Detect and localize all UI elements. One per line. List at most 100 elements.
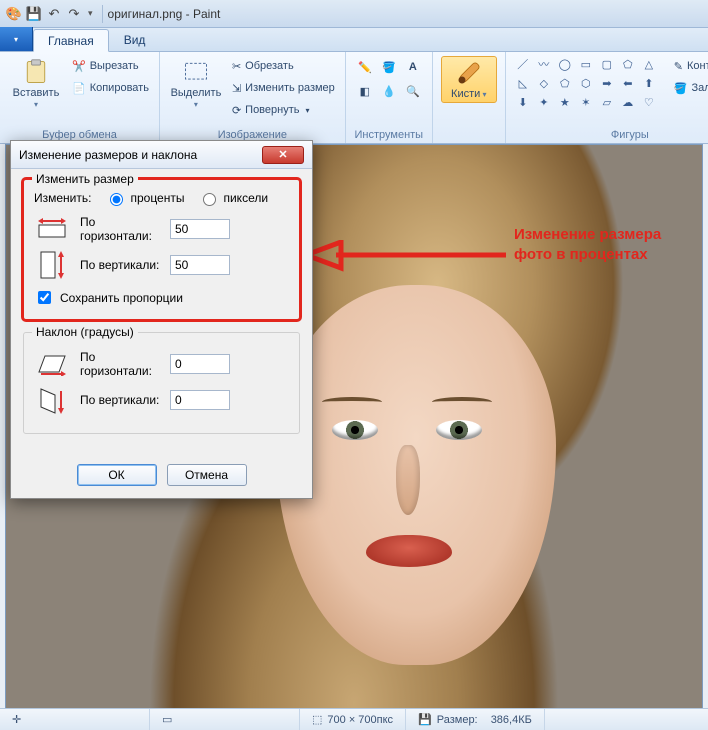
- select-button[interactable]: Выделить: [168, 56, 224, 112]
- status-dimensions: ⬚700 × 700пкс: [300, 709, 406, 730]
- resize-horiz-input[interactable]: [170, 219, 230, 239]
- group-label-shapes: Фигуры: [506, 129, 708, 141]
- radio-percent[interactable]: проценты: [105, 190, 184, 206]
- undo-icon[interactable]: ↶: [46, 6, 62, 22]
- ribbon-group-clipboard: Вставить ✂️Вырезать 📄Копировать Буфер об…: [0, 52, 160, 143]
- keep-aspect-checkbox[interactable]: [38, 291, 51, 304]
- shape-arrow-r[interactable]: ➡: [598, 75, 616, 91]
- redo-icon[interactable]: ↷: [66, 6, 82, 22]
- shape-star6[interactable]: ✶: [577, 94, 595, 110]
- skew-vert-input[interactable]: [170, 390, 230, 410]
- rotate-button[interactable]: ⟳Повернуть▾: [230, 100, 337, 120]
- cut-button[interactable]: ✂️Вырезать: [70, 56, 151, 76]
- photo-eye: [436, 420, 482, 440]
- resize-vert-icon: [34, 250, 70, 280]
- rotate-icon: ⟳: [232, 104, 241, 117]
- shape-oval[interactable]: ◯: [556, 56, 574, 72]
- brushes-button[interactable]: Кисти: [441, 56, 497, 103]
- status-coords: ✛: [0, 709, 150, 730]
- resize-fieldset: Изменить размер Изменить: проценты пиксе…: [23, 179, 300, 320]
- skew-horiz-label: По горизонтали:: [80, 350, 160, 378]
- radio-percent-input[interactable]: [110, 193, 123, 206]
- crop-button[interactable]: ✂Обрезать: [230, 56, 337, 76]
- group-label-tools: Инструменты: [346, 129, 432, 141]
- shape-star5[interactable]: ★: [556, 94, 574, 110]
- shape-line[interactable]: ／: [514, 56, 532, 72]
- resize-by-label: Изменить:: [34, 191, 91, 205]
- zoom-tool[interactable]: 🔍: [402, 80, 424, 102]
- shape-roundrect[interactable]: ▢: [598, 56, 616, 72]
- dialog-close-button[interactable]: ✕: [262, 146, 304, 164]
- title-filename: оригинал.png: [108, 7, 183, 21]
- window-titlebar: 🎨 💾 ↶ ↷ ▾ оригинал.png - Paint: [0, 0, 708, 28]
- eraser-tool[interactable]: ◧: [354, 80, 376, 102]
- shape-rect[interactable]: ▭: [577, 56, 595, 72]
- skew-vert-label: По вертикали:: [80, 393, 160, 407]
- shape-outline-button[interactable]: ✎Контур▾: [672, 56, 708, 76]
- status-filesize: 💾Размер: 386,4КБ: [406, 709, 545, 730]
- cancel-button[interactable]: Отмена: [167, 464, 247, 486]
- skew-horiz-icon: [34, 349, 70, 379]
- ribbon-group-brushes: Кисти: [433, 52, 506, 143]
- photo-lips: [366, 535, 452, 567]
- resize-vert-input[interactable]: [170, 255, 230, 275]
- shape-pentagon[interactable]: ⬠: [556, 75, 574, 91]
- shapes-gallery[interactable]: ／ 〰 ◯ ▭ ▢ ⬠ △ ◺ ◇ ⬠ ⬡ ➡ ⬅ ⬆ ⬇ ✦ ★ ✶ ▱ ☁: [514, 56, 660, 112]
- shape-diamond[interactable]: ◇: [535, 75, 553, 91]
- shape-fill-button[interactable]: 🪣Заливка▾: [672, 78, 708, 98]
- resize-button[interactable]: ⇲Изменить размер: [230, 78, 337, 98]
- select-label: Выделить: [171, 88, 222, 110]
- brushes-label: Кисти: [451, 89, 487, 100]
- pencil-tool[interactable]: ✏️: [354, 56, 376, 78]
- photo-brow: [432, 397, 492, 407]
- shape-arrow-d[interactable]: ⬇: [514, 94, 532, 110]
- shape-callout[interactable]: ▱: [598, 94, 616, 110]
- shape-triangle[interactable]: △: [640, 56, 658, 72]
- skew-horiz-input[interactable]: [170, 354, 230, 374]
- shape-star4[interactable]: ✦: [535, 94, 553, 110]
- cursor-icon: ✛: [12, 713, 21, 726]
- ribbon-group-shapes: ／ 〰 ◯ ▭ ▢ ⬠ △ ◺ ◇ ⬠ ⬡ ➡ ⬅ ⬆ ⬇ ✦ ★ ✶ ▱ ☁: [506, 52, 708, 143]
- skew-vert-icon: [34, 385, 70, 415]
- picker-tool[interactable]: 💧: [378, 80, 400, 102]
- annotation-arrow: [306, 240, 506, 290]
- shape-cloud[interactable]: ☁: [619, 94, 637, 110]
- dialog-titlebar[interactable]: Изменение размеров и наклона ✕: [11, 141, 312, 169]
- file-menu-button[interactable]: [0, 27, 33, 51]
- save-icon[interactable]: 💾: [26, 6, 42, 22]
- resize-vert-label: По вертикали:: [80, 258, 160, 272]
- outline-icon: ✎: [674, 60, 683, 73]
- resize-horiz-label: По горизонтали:: [80, 215, 160, 243]
- crop-icon: ✂: [232, 60, 241, 73]
- dialog-title: Изменение размеров и наклона: [19, 148, 197, 162]
- tab-home[interactable]: Главная: [33, 29, 109, 52]
- qat-dropdown-icon[interactable]: ▾: [88, 8, 93, 19]
- status-selection: ▭: [150, 709, 300, 730]
- paste-label: Вставить: [12, 88, 60, 110]
- selection-icon: ▭: [162, 713, 172, 726]
- fill-tool[interactable]: 🪣: [378, 56, 400, 78]
- tab-view[interactable]: Вид: [109, 28, 161, 51]
- shape-hexagon[interactable]: ⬡: [577, 75, 595, 91]
- keep-aspect-label: Сохранить пропорции: [60, 291, 183, 305]
- shape-polygon[interactable]: ⬠: [619, 56, 637, 72]
- copy-icon: 📄: [72, 82, 86, 95]
- ribbon-tabstrip: Главная Вид: [0, 28, 708, 52]
- shape-heart[interactable]: ♡: [640, 94, 658, 110]
- radio-pixels[interactable]: пиксели: [198, 190, 268, 206]
- scissors-icon: ✂️: [72, 60, 86, 73]
- title-appname: Paint: [193, 7, 220, 21]
- dimensions-icon: ⬚: [312, 713, 322, 726]
- shape-curve[interactable]: 〰: [535, 56, 553, 72]
- copy-button[interactable]: 📄Копировать: [70, 78, 151, 98]
- shape-arrow-l[interactable]: ⬅: [619, 75, 637, 91]
- ribbon-group-tools: ✏️ 🪣 A ◧ 💧 🔍 Инструменты: [346, 52, 433, 143]
- shape-arrow-u[interactable]: ⬆: [640, 75, 658, 91]
- ok-button[interactable]: ОК: [77, 464, 157, 486]
- ribbon: Вставить ✂️Вырезать 📄Копировать Буфер об…: [0, 52, 708, 144]
- radio-pixels-input[interactable]: [203, 193, 216, 206]
- skew-legend: Наклон (градусы): [32, 325, 138, 339]
- text-tool[interactable]: A: [402, 56, 424, 78]
- shape-rtriangle[interactable]: ◺: [514, 75, 532, 91]
- paste-button[interactable]: Вставить: [8, 56, 64, 112]
